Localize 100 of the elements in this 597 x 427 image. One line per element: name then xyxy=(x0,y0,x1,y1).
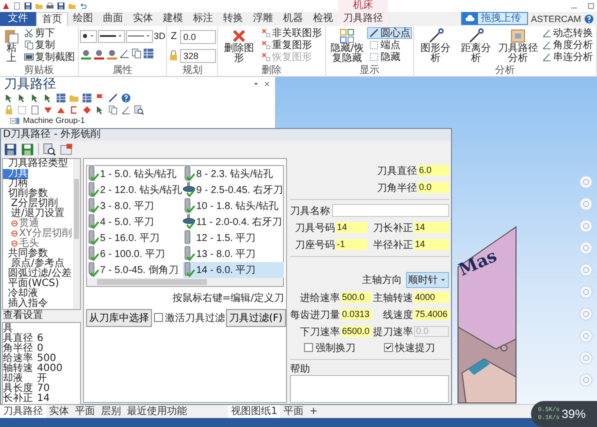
line-width-dropdown[interactable] xyxy=(126,30,153,43)
save-icon[interactable] xyxy=(24,2,32,10)
ribbon-button[interactable]: 删除图形 xyxy=(219,26,260,65)
tool-item[interactable]: 5 - 16.0. 平刀 xyxy=(87,230,184,246)
tree-item[interactable]: 刀柄 xyxy=(3,178,28,189)
clipboard-icon[interactable] xyxy=(60,142,73,156)
ribbon-tab[interactable]: 绘图 xyxy=(68,12,98,26)
ribbon-tab[interactable]: 文件 xyxy=(0,12,36,26)
save-icon[interactable] xyxy=(4,142,17,156)
help-icon[interactable] xyxy=(121,92,131,103)
ribbon-button[interactable]: 圆心点 xyxy=(367,26,412,39)
magnifier-icon[interactable] xyxy=(43,142,56,156)
tree-item[interactable]: Z分层切削 xyxy=(3,198,58,209)
ribbon-button[interactable]: 非关联图形 xyxy=(259,26,324,39)
ribbon-tab[interactable]: 检视 xyxy=(308,12,338,26)
copy-icon[interactable] xyxy=(130,48,142,60)
tree-item[interactable]: 进/退刀设置 xyxy=(3,208,64,219)
dotted-square-icon[interactable] xyxy=(17,104,27,115)
ribbon-tab[interactable]: 浮雕 xyxy=(248,12,278,26)
restore-icon[interactable] xyxy=(587,2,595,10)
save-icon[interactable] xyxy=(57,2,65,10)
point-style-dropdown[interactable] xyxy=(80,30,97,43)
cursor-icon[interactable] xyxy=(43,92,53,103)
ribbon-button[interactable]: 隐藏/恢复隐藏 xyxy=(327,26,368,65)
cursor-icon[interactable] xyxy=(17,92,27,103)
ribbon-button[interactable]: 重复图形 xyxy=(259,38,324,51)
cursor-icon[interactable] xyxy=(30,92,40,103)
tree-item[interactable]: 冷却液 xyxy=(3,288,38,299)
tree-item[interactable]: 平面(WCS) xyxy=(3,278,60,289)
tree-item[interactable]: 共同参数 xyxy=(3,248,48,259)
dropdown[interactable]: 顺时针 xyxy=(406,272,449,288)
panel-tab[interactable]: 刀具路径 xyxy=(0,405,46,418)
filter-button[interactable]: 刀具过滤(F) xyxy=(226,308,286,327)
input-field[interactable]: 500.0 xyxy=(341,292,372,304)
tool-item[interactable]: 3 - 8.0. 平刀 xyxy=(87,198,184,214)
input-field[interactable]: 14 xyxy=(336,222,367,234)
cursor-icon[interactable] xyxy=(95,104,105,115)
document-icon[interactable] xyxy=(30,104,40,115)
tool-item[interactable]: 7 - 5.0-45. 倒角刀 xyxy=(87,262,184,278)
tree-item[interactable]: 刀具路径类型 xyxy=(3,158,68,169)
tool-item[interactable]: 4 - 5.0. 平刀 xyxy=(87,214,184,230)
input-field[interactable]: 6.0 xyxy=(418,165,449,176)
tool-item[interactable]: 2 - 12.0. 钻头/钻孔 xyxy=(87,182,184,198)
panel-tab[interactable]: 层别 xyxy=(98,405,124,418)
logo-icon[interactable] xyxy=(2,2,10,10)
add-view-button[interactable]: + xyxy=(306,405,321,418)
triangle-icon[interactable] xyxy=(43,104,53,115)
panel-tab[interactable]: 最近使用功能 xyxy=(124,405,190,418)
ribbon-button[interactable]: 剪下 xyxy=(22,26,77,39)
z-depth-field[interactable]: 0.0 xyxy=(180,30,216,44)
ribbon-tab[interactable]: 建模 xyxy=(158,12,188,26)
undo-icon[interactable] xyxy=(79,2,87,10)
option-checkbox[interactable]: 快速提刀 xyxy=(384,340,435,355)
ribbon-button[interactable]: 图形分析 xyxy=(415,26,456,65)
ribbon-tab[interactable]: 机器 xyxy=(278,12,308,26)
ribbon-button[interactable]: 隐藏 xyxy=(367,50,412,63)
horizontal-scrollbar[interactable] xyxy=(87,278,283,286)
help-icon[interactable] xyxy=(584,14,594,24)
panel-tab[interactable]: 平面 xyxy=(72,405,98,418)
select-from-library-button[interactable]: 从刀库中选择 xyxy=(86,308,152,327)
tree-item[interactable]: 插入指令 xyxy=(3,298,48,309)
color-icon[interactable] xyxy=(92,48,105,60)
ribbon-tab[interactable]: 首页 xyxy=(36,12,68,26)
cursor-icon[interactable] xyxy=(4,92,14,103)
view-tab[interactable]: 视图图纸1 xyxy=(228,405,280,418)
tree-item[interactable]: Machine Group-1 xyxy=(23,116,85,126)
ribbon-button[interactable]: 复制截图 xyxy=(22,50,77,63)
grid-icon[interactable] xyxy=(82,92,92,103)
input-field[interactable]: 75.4006 xyxy=(414,309,449,320)
ribbon-button[interactable]: 角度分析 xyxy=(540,38,595,51)
input-field[interactable]: 14 xyxy=(414,239,449,250)
level-field[interactable]: 328 xyxy=(180,48,216,63)
bracket-icon[interactable] xyxy=(69,104,79,115)
ribbon-button[interactable]: 粘上 xyxy=(1,26,22,65)
close-icon[interactable] xyxy=(263,80,271,88)
tree-item[interactable]: 切削参数 xyxy=(3,188,48,199)
ribbon-button[interactable]: 复制 xyxy=(22,38,77,51)
angle-icon[interactable] xyxy=(121,104,131,115)
option-checkbox[interactable]: 强制换刀 xyxy=(304,340,356,355)
ribbon-button[interactable]: 端点 xyxy=(367,38,412,51)
ribbon-tab[interactable]: 曲面 xyxy=(98,12,128,26)
vertical-scrollbar[interactable] xyxy=(73,158,80,309)
input-field[interactable]: 4000 xyxy=(414,292,449,304)
input-field[interactable] xyxy=(332,204,449,218)
printer-icon[interactable] xyxy=(46,2,54,10)
color-icon[interactable] xyxy=(106,48,118,60)
tool-item[interactable]: 14 - 6.0. 平刀 xyxy=(183,262,284,278)
copy-icon[interactable] xyxy=(108,104,118,115)
input-field[interactable]: 6500.0 xyxy=(341,326,372,338)
grid-icon[interactable] xyxy=(56,92,66,103)
ribbon-tab[interactable]: 刀具路径 xyxy=(338,12,388,26)
ribbon-button[interactable]: 刀具路径分析 xyxy=(496,26,540,65)
tree-item[interactable]: 圆弧过滤/公差 xyxy=(3,268,72,279)
ribbon-button[interactable]: 距离分析 xyxy=(456,26,496,65)
upload-button[interactable]: 拖拽上传 xyxy=(460,12,528,25)
input-field[interactable]: -1 xyxy=(336,239,367,250)
angle-icon[interactable] xyxy=(118,48,130,60)
document-icon[interactable] xyxy=(13,2,21,10)
panel-tab[interactable]: 实体 xyxy=(46,405,72,418)
ribbon-tab[interactable]: 标注 xyxy=(188,12,218,26)
